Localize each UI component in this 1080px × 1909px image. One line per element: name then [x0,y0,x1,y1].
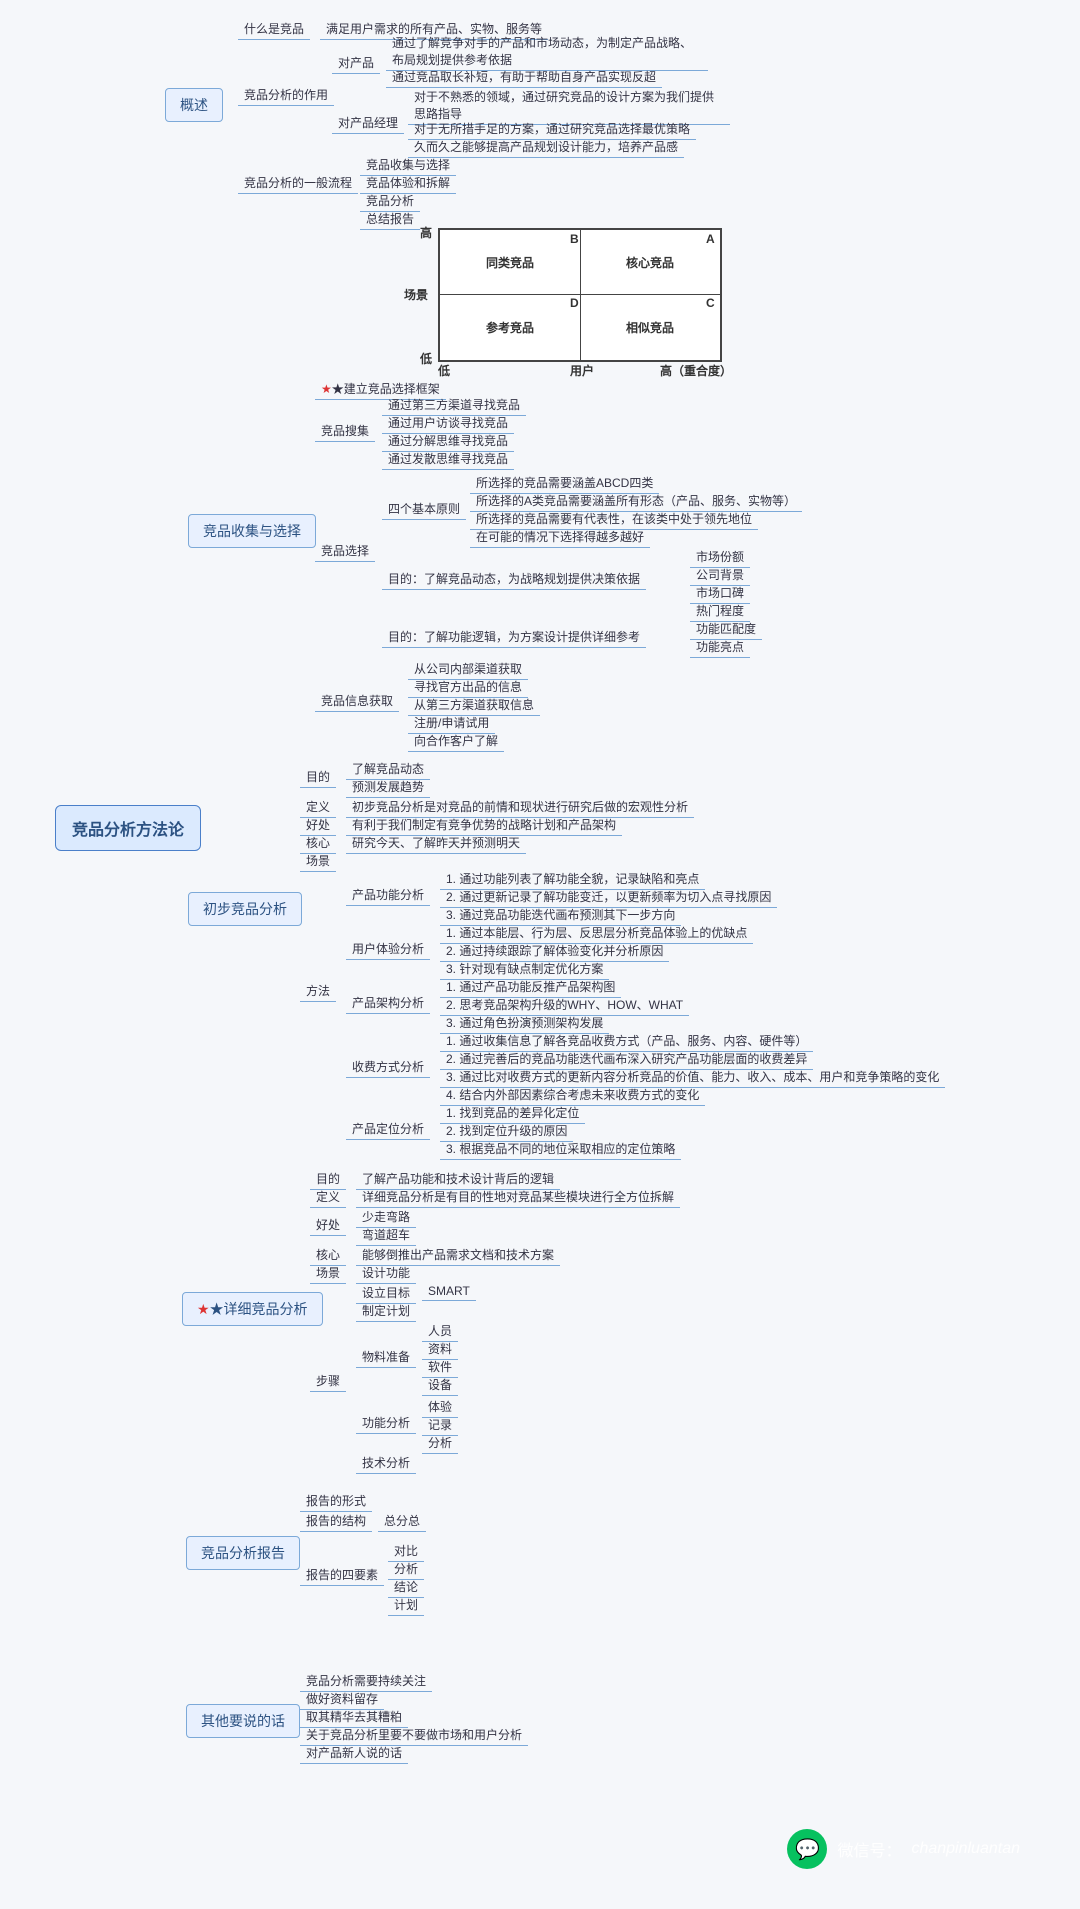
q-c: 相似竞品 [580,294,720,360]
q-lo2: 低 [438,362,450,379]
n: 定义 [310,1186,346,1208]
n: 场景 [310,1262,346,1284]
n: 对产品经理 [332,112,404,134]
n: 产品架构分析 [346,992,430,1014]
n: 报告的四要素 [300,1564,384,1586]
n: 什么是竞品 [238,18,310,40]
branch-collect: 竞品收集与选择 [188,514,316,548]
n: 目的：了解竞品动态，为战略规划提供决策依据 [382,568,646,590]
n: 功能分析 [356,1412,416,1434]
n: 方法 [300,980,336,1002]
n: 详细竞品分析是有目的性地对竞品某些模块进行全方位拆解 [356,1186,680,1208]
branch-preliminary: 初步竞品分析 [188,892,302,926]
n: 竞品搜集 [315,420,375,442]
n: 对产品 [332,52,380,74]
n: 向合作客户了解 [408,730,504,752]
q-y: 场景 [404,286,428,303]
n: 步骤 [310,1370,346,1392]
n: 场景 [300,850,336,872]
n: 分析 [422,1432,458,1454]
root-text: 竞品分析方法论 [72,816,184,840]
n: 目的：了解功能逻辑，为方案设计提供详细参考 [382,626,646,648]
n: SMART [422,1282,476,1301]
n: 物料准备 [356,1346,416,1368]
q-lo: 低 [420,350,432,367]
mindmap-canvas: 竞品分析方法论 概述 竞品收集与选择 初步竞品分析 ★★详细竞品分析 竞品分析报… [0,0,1080,1909]
n: 总分总 [378,1510,426,1532]
wechat-watermark: 💬 微信号： chanpinluantan [787,1829,1020,1869]
q-x: 用户 [570,362,594,379]
n: 报告的结构 [300,1510,372,1532]
n: 研究今天、了解昨天并预测明天 [346,832,526,854]
q-hi: 高 [420,224,432,241]
n: 在可能的情况下选择得越多越好 [470,526,650,548]
n: 计划 [388,1594,424,1616]
q-d: 参考竞品 [440,294,580,360]
n: 目的 [300,766,336,788]
wechat-icon: 💬 [787,1829,827,1869]
n: 竞品选择 [315,540,375,562]
branch-overview: 概述 [165,88,223,122]
branch-detail: ★★详细竞品分析 [182,1292,323,1326]
n: 报告的形式 [300,1490,372,1512]
n: 对产品新人说的话 [300,1742,408,1764]
n: 预测发展趋势 [346,776,430,798]
wechat-id: chanpinluantan [911,1840,1020,1858]
wechat-label: 微信号： [837,1837,901,1861]
n: 产品定位分析 [346,1118,430,1140]
n: 弯道超车 [356,1224,416,1246]
n: 收费方式分析 [346,1056,430,1078]
n: 竞品分析的一般流程 [238,172,358,194]
quadrant-diagram: 同类竞品 核心竞品 参考竞品 相似竞品 B A D C [438,228,722,362]
n: 设计功能 [356,1262,416,1284]
n: 3. 根据竞品不同的地位采取相应的定位策略 [440,1138,681,1160]
n: 功能亮点 [690,636,750,658]
n: 技术分析 [356,1452,416,1474]
q-xr: 高（重合度） [660,362,732,379]
root-node: 竞品分析方法论 [55,805,201,851]
branch-report: 竞品分析报告 [186,1536,300,1570]
q-b: 同类竞品 [440,230,580,294]
n: 通过发散思维寻找竞品 [382,448,514,470]
q-a: 核心竞品 [580,230,720,294]
n: 好处 [310,1214,346,1236]
n: 用户体验分析 [346,938,430,960]
n: 制定计划 [356,1300,416,1322]
branch-other: 其他要说的话 [186,1704,300,1738]
n: 竞品信息获取 [315,690,399,712]
n: 设备 [422,1374,458,1396]
n: 通过竞品取长补短，有助于帮助自身产品实现反超 [386,66,662,88]
n: 竞品分析的作用 [238,84,334,106]
n: 四个基本原则 [382,498,466,520]
n: 产品功能分析 [346,884,430,906]
n: 总结报告 [360,208,420,230]
